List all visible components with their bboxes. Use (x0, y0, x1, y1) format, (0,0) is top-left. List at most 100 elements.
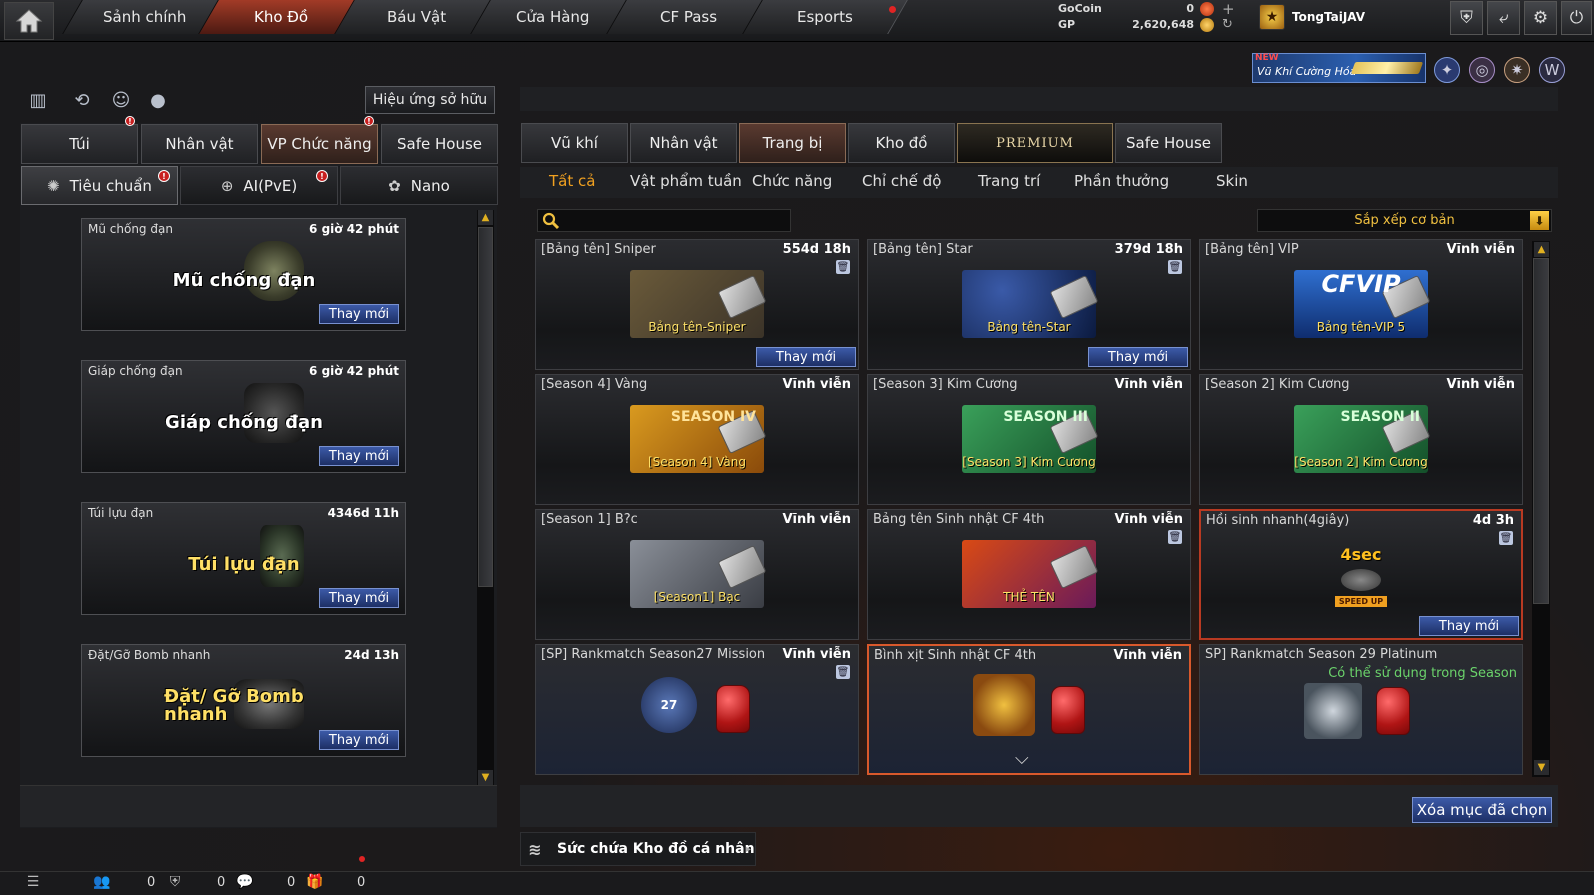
trash-icon[interactable]: 🗑 (1499, 531, 1513, 545)
scroll-down-icon[interactable]: ▼ (1534, 760, 1549, 775)
clan-shield-button[interactable]: ⛨ (1450, 1, 1483, 35)
item-card[interactable]: [SP] Rankmatch Season27 Mission Vĩnh viễ… (535, 644, 859, 775)
weapon-upgrade-banner[interactable]: NEW Vũ Khí Cường Hóa (1252, 53, 1426, 83)
nav-tab-esports[interactable]: Esports (742, 0, 908, 34)
right-tab-safe-house[interactable]: Safe House (1115, 123, 1222, 163)
renew-button[interactable]: Thay mới (756, 347, 856, 367)
season4-gold-badge-icon: SEASON IV [Season 4] Vàng (630, 405, 767, 473)
capacity-button[interactable]: ≋ Sức chứa Kho đồ cá nhân ▸ (520, 832, 756, 866)
left-subtab-standard[interactable]: ✺ Tiêu chuẩn (21, 166, 178, 205)
right-footer (520, 785, 1558, 827)
right-tab-premium[interactable]: PREMIUM (957, 123, 1113, 163)
item-name: [Season 3] Kim Cương (873, 377, 1018, 392)
gift-icon[interactable]: 🎁 (306, 873, 324, 891)
chat-icon[interactable]: 💬 (236, 873, 254, 891)
subtab-skin[interactable]: Skin (1216, 172, 1248, 190)
friends-count: 0 (147, 875, 156, 890)
item-card[interactable]: [Bảng tên] VIP Vĩnh viễn CFVIP Bảng tên-V… (1199, 239, 1523, 370)
search-input[interactable] (537, 209, 791, 232)
owned-effect-button[interactable]: Hiệu ứng sở hữu (365, 86, 495, 114)
renew-button[interactable]: Thay mới (319, 304, 399, 324)
item-card[interactable]: SP] Rankmatch Season 29 Platinum Có thể … (1199, 644, 1523, 775)
left-item-card[interactable]: Giáp chống đạn 6 giờ 42 phút Giáp chống … (81, 360, 406, 473)
subtab-decoration[interactable]: Trang trí (978, 172, 1040, 190)
subtab-rewards[interactable]: Phần thưởng (1074, 172, 1169, 190)
item-card-selected[interactable]: Hồi sinh nhanh(4giây) 4d 3h 🗑 4sec SPEED … (1199, 509, 1523, 640)
item-art-label: Bảng tên-VIP 5 (1316, 320, 1406, 334)
item-card[interactable]: [Bảng tên] Sniper 554d 18h 🗑 Bảng tên-Sn… (535, 239, 859, 370)
item-card[interactable]: [Season 3] Kim Cương Vĩnh viễn SEASON II… (867, 374, 1191, 505)
add-icon[interactable]: + (1222, 0, 1235, 18)
item-card[interactable]: Bảng tên Sinh nhật CF 4th Vĩnh viễn 🗑 TH… (867, 509, 1191, 640)
exit-room-button[interactable]: ⤶ (1487, 1, 1520, 35)
left-item-card[interactable]: Mũ chống đạn 6 giờ 42 phút Mũ chống đạn … (81, 218, 406, 331)
item-time: Vĩnh viễn (782, 377, 851, 392)
right-scroll-thumb[interactable] (1533, 258, 1549, 604)
rank-badge-icon[interactable]: ★ (1259, 4, 1285, 30)
item-art-label: THẺ TÊN (1003, 590, 1055, 604)
season1-silver-badge-icon: [Season1] Bạc (630, 540, 767, 608)
chevron-down-icon[interactable]: ⌵ (1015, 748, 1029, 769)
renew-button[interactable]: Thay mới (319, 588, 399, 608)
mission-icon[interactable]: ✦ (1434, 57, 1460, 83)
renew-button[interactable]: Thay mới (1088, 347, 1188, 367)
globe-icon[interactable]: ◎ (1469, 57, 1495, 83)
left-item-card[interactable]: Túi lựu đạn 4346d 11h Túi lựu đạn Thay m… (81, 502, 406, 615)
item-card[interactable]: [Season 2] Kim Cương Vĩnh viễn SEASON II… (1199, 374, 1523, 505)
sort-dropdown[interactable]: Sắp xếp cơ bản (1257, 209, 1552, 232)
item-card[interactable]: [Season 1] B?c Vĩnh viễn [Season1] Bạc (535, 509, 859, 640)
left-item-card[interactable]: Đặt/Gỡ Bomb nhanh 24d 13h Đặt/ Gỡ Bomb n… (81, 644, 406, 757)
scroll-down-icon[interactable]: ▼ (478, 770, 493, 785)
friends-icon[interactable]: 👥 (93, 873, 111, 891)
refresh-icon[interactable]: ↻ (1222, 17, 1233, 32)
left-subtab-nano[interactable]: ✿ Nano (340, 166, 498, 205)
right-tab-storage[interactable]: Kho đồ (848, 123, 955, 163)
subtab-weekly[interactable]: Vật phẩm tuần (630, 172, 742, 190)
subtab-all[interactable]: Tất cả (549, 172, 595, 190)
subtab-mode-only[interactable]: Chỉ chế độ (862, 172, 941, 190)
sort-arrow-icon[interactable]: ⬇ (1530, 211, 1549, 230)
item-card-selected[interactable]: Bình xịt Sinh nhật CF 4th Vĩnh viễn ⌵ (867, 644, 1191, 775)
menu-list-icon[interactable]: ☰ (24, 873, 42, 891)
renew-button[interactable]: Thay mới (319, 446, 399, 466)
scroll-up-icon[interactable]: ▲ (478, 210, 493, 225)
right-tab-weapons[interactable]: Vũ khí (521, 123, 628, 163)
item-art-label: [Season 3] Kim Cương (962, 455, 1096, 469)
character-icon[interactable]: ☺ (108, 87, 134, 113)
item-card[interactable]: [Bảng tên] Star 379d 18h 🗑 Bảng tên-Star… (867, 239, 1191, 370)
left-tab-character[interactable]: Nhân vật (141, 124, 258, 164)
left-tab-bag[interactable]: Túi (21, 124, 138, 164)
trash-icon[interactable]: 🗑 (1168, 530, 1182, 544)
left-subtab-ai-pve[interactable]: ⊕ AI(PvE) (180, 166, 338, 205)
trash-icon[interactable]: 🗑 (836, 665, 850, 679)
item-card[interactable]: [Season 4] Vàng Vĩnh viễn SEASON IV [Seas… (535, 374, 859, 505)
power-button[interactable]: ⏻ (1561, 1, 1592, 35)
tab-label: Nhân vật (649, 134, 718, 152)
w-logo-icon[interactable]: W (1539, 57, 1565, 83)
scroll-up-icon[interactable]: ▲ (1534, 242, 1549, 257)
stats-icon[interactable]: ▥ (25, 87, 51, 113)
clan-icon[interactable]: ⛨ (166, 873, 184, 891)
renew-button[interactable]: Thay mới (319, 730, 399, 750)
settings-button[interactable]: ⚙ (1524, 1, 1557, 35)
left-tab-function-items[interactable]: VP Chức năng (261, 124, 378, 164)
left-scroll-thumb[interactable] (478, 227, 493, 587)
left-tab-safe-house[interactable]: Safe House (381, 124, 498, 164)
right-tab-characters[interactable]: Nhân vật (630, 123, 737, 163)
username[interactable]: TongTaiJAV (1292, 10, 1365, 24)
bomb-icon: Đặt/ Gỡ Bomb nhanh (164, 667, 324, 745)
item-name: Bảng tên Sinh nhật CF 4th (873, 512, 1045, 527)
renew-button[interactable]: Thay mới (1419, 616, 1519, 636)
home-button[interactable] (4, 2, 54, 40)
right-tab-equipment[interactable]: Trang bị (739, 123, 846, 163)
trash-icon[interactable]: 🗑 (836, 260, 850, 274)
subtab-function[interactable]: Chức năng (752, 172, 832, 190)
grenade-icon[interactable]: ● (145, 87, 171, 113)
spray-can-icon (1376, 687, 1410, 735)
gp-label: GP (1058, 18, 1076, 31)
trash-icon[interactable]: 🗑 (1168, 260, 1182, 274)
birthday-nameplate-icon: THẺ TÊN (962, 540, 1099, 608)
cycle-icon[interactable]: ⟲ (69, 87, 95, 113)
delete-selected-button[interactable]: Xóa mục đã chọn (1412, 797, 1552, 823)
rocket-icon[interactable]: ✷ (1504, 57, 1530, 83)
